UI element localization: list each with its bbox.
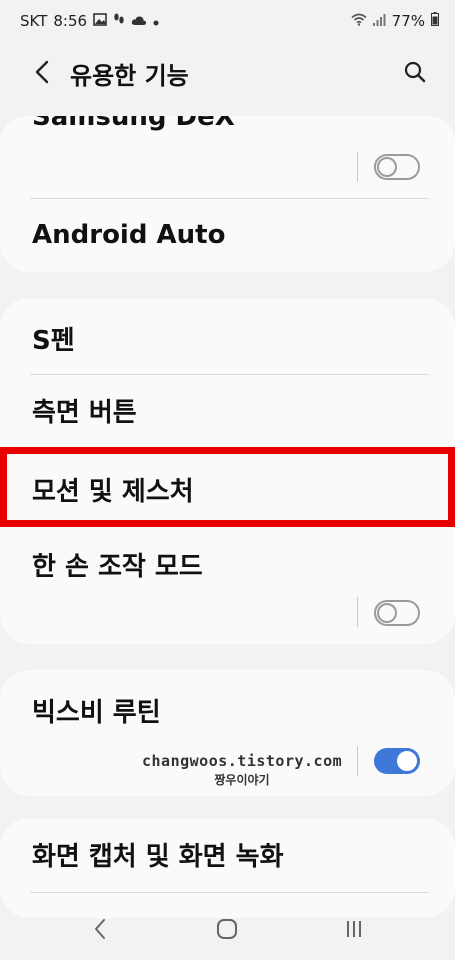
- divider: [30, 374, 429, 375]
- time-label: 8:56: [53, 12, 88, 30]
- signal-icon: [372, 12, 386, 30]
- wifi-icon: [351, 12, 367, 30]
- one-handed-mode-toggle[interactable]: [374, 600, 420, 626]
- setting-label-side-button[interactable]: 측면 버튼: [32, 392, 137, 429]
- cloud-icon: [131, 12, 147, 30]
- watermark-url: changwoos.tistory.com: [142, 752, 343, 770]
- watermark-blog-name: 짱우이야기: [214, 773, 270, 787]
- divider: [30, 892, 429, 893]
- watermark: changwoos.tistory.com 짱우이야기: [142, 752, 342, 788]
- samsung-dex-toggle[interactable]: [374, 154, 420, 180]
- setting-label-screenshots-recorder[interactable]: 화면 캡처 및 화면 녹화: [32, 836, 284, 873]
- nav-home-icon: [216, 918, 238, 944]
- nav-home-button[interactable]: [207, 914, 247, 948]
- settings-card: Samsung DeX Android Auto: [0, 116, 455, 272]
- setting-label-android-auto[interactable]: Android Auto: [32, 220, 225, 250]
- carrier-label: SKT: [20, 12, 48, 30]
- bixby-routines-toggle[interactable]: [374, 748, 420, 774]
- search-button[interactable]: [397, 56, 433, 92]
- app-header: 유용한 기능: [0, 44, 455, 104]
- back-button[interactable]: [24, 54, 60, 94]
- search-icon: [403, 60, 427, 88]
- status-bar-left: SKT 8:56: [20, 12, 159, 30]
- nav-back-button[interactable]: [80, 914, 120, 948]
- divider: [30, 198, 429, 199]
- setting-label-one-handed-mode[interactable]: 한 손 조작 모드: [32, 546, 203, 583]
- dot-icon: [153, 12, 159, 30]
- setting-label-bixby-routines[interactable]: 빅스비 루틴: [32, 692, 161, 729]
- toggle-separator: [357, 152, 358, 182]
- nav-recents-button[interactable]: [334, 914, 374, 948]
- navigation-bar: [0, 900, 455, 960]
- highlight-box: [0, 447, 455, 527]
- nav-back-icon: [93, 918, 107, 944]
- setting-label-samsung-dex[interactable]: Samsung DeX: [32, 116, 235, 132]
- footprint-icon: [113, 12, 125, 30]
- battery-percent: 77%: [391, 12, 425, 30]
- status-bar-right: 77%: [351, 12, 439, 30]
- back-arrow-icon: [35, 60, 49, 88]
- status-bar: SKT 8:56 77%: [0, 0, 455, 44]
- gallery-icon: [93, 12, 107, 30]
- nav-recents-icon: [344, 919, 364, 943]
- toggle-separator: [357, 597, 358, 627]
- page-title: 유용한 기능: [70, 62, 189, 90]
- battery-icon: [431, 12, 439, 30]
- toggle-separator: [357, 746, 358, 776]
- setting-label-s-pen[interactable]: S펜: [32, 320, 75, 357]
